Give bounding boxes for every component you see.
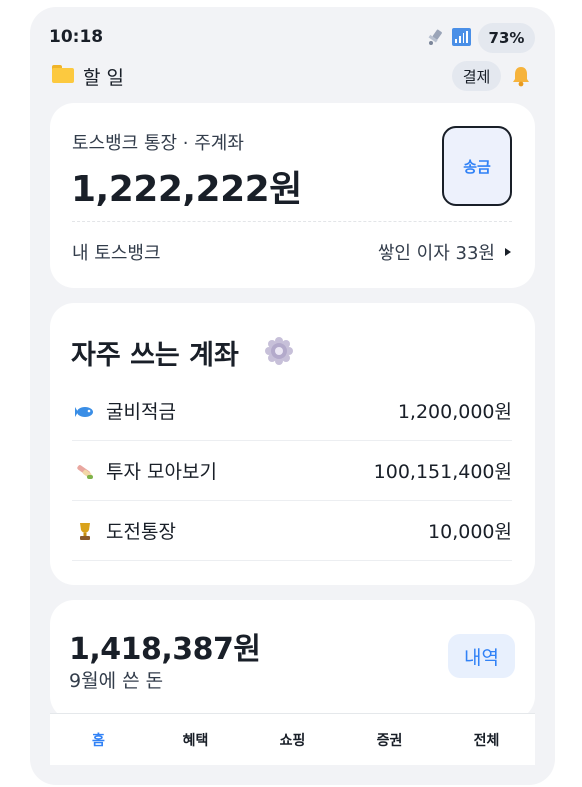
frequent-accounts-title: 자주 쓰는 계좌	[71, 340, 239, 371]
ingredients-icon	[77, 464, 93, 479]
tab-home[interactable]: 홈	[50, 714, 147, 765]
history-button[interactable]: 내역	[448, 634, 515, 678]
status-bar: 10:18 73%	[30, 7, 555, 59]
send-money-button[interactable]: 송금	[442, 126, 512, 206]
interest-link[interactable]: 쌓인 이자 33원	[378, 239, 511, 265]
account-name: 토스뱅크 통장 · 주계좌	[72, 133, 244, 154]
satellite-icon	[428, 29, 442, 45]
interest-label: 쌓인 이자 33원	[377, 243, 495, 264]
divider	[72, 221, 512, 222]
my-toss-bank-link[interactable]: 내 토스뱅크	[72, 239, 161, 265]
account-amount: 10,000원	[428, 521, 512, 543]
todo-link[interactable]: 할 일	[83, 63, 124, 90]
frequent-accounts-card: 자주 쓰는 계좌 굴비적금 1,200,000원 투자 모아보기 100,151…	[50, 303, 535, 585]
frequent-accounts-list: 굴비적금 1,200,000원 투자 모아보기 100,151,400원 도전통…	[72, 381, 512, 561]
battery-indicator: 73%	[478, 23, 535, 53]
bell-icon[interactable]	[511, 65, 531, 87]
status-time: 10:18	[49, 27, 104, 47]
tab-shopping[interactable]: 쇼핑	[244, 714, 341, 765]
pay-button[interactable]: 결제	[452, 61, 501, 91]
account-label: 투자 모아보기	[106, 461, 217, 483]
account-label: 도전통장	[106, 521, 176, 543]
account-amount: 100,151,400원	[373, 461, 512, 483]
tab-all[interactable]: 전체	[438, 714, 535, 765]
bottom-tab-bar: 홈 혜택 쇼핑 증권 전체	[50, 713, 535, 765]
folder-icon[interactable]	[52, 65, 74, 83]
list-item[interactable]: 굴비적금 1,200,000원	[72, 381, 512, 441]
account-balance: 1,222,222원	[71, 169, 302, 210]
list-item[interactable]: 도전통장 10,000원	[72, 501, 512, 561]
gear-icon[interactable]	[264, 336, 294, 366]
fish-icon	[75, 406, 93, 417]
top-row: 할 일 결제	[30, 59, 555, 95]
spent-amount: 1,418,387원	[69, 632, 261, 667]
phone-screen: 10:18 73% 할 일 결제 토스뱅크 통장 · 주계좌 1,222,222…	[30, 7, 555, 785]
signal-icon	[452, 28, 471, 46]
list-item[interactable]: 투자 모아보기 100,151,400원	[72, 441, 512, 501]
spent-label: 9월에 쓴 돈	[69, 670, 164, 692]
account-label: 굴비적금	[106, 401, 176, 423]
bank-account-card[interactable]: 토스뱅크 통장 · 주계좌 1,222,222원 송금 내 토스뱅크 쌓인 이자…	[50, 103, 535, 288]
account-amount: 1,200,000원	[397, 401, 512, 423]
trophy-icon	[80, 522, 90, 540]
monthly-spending-card[interactable]: 1,418,387원 9월에 쓴 돈 내역	[50, 600, 535, 720]
tab-benefits[interactable]: 혜택	[147, 714, 244, 765]
arrow-right-icon	[505, 248, 511, 256]
tab-stocks[interactable]: 증권	[341, 714, 438, 765]
